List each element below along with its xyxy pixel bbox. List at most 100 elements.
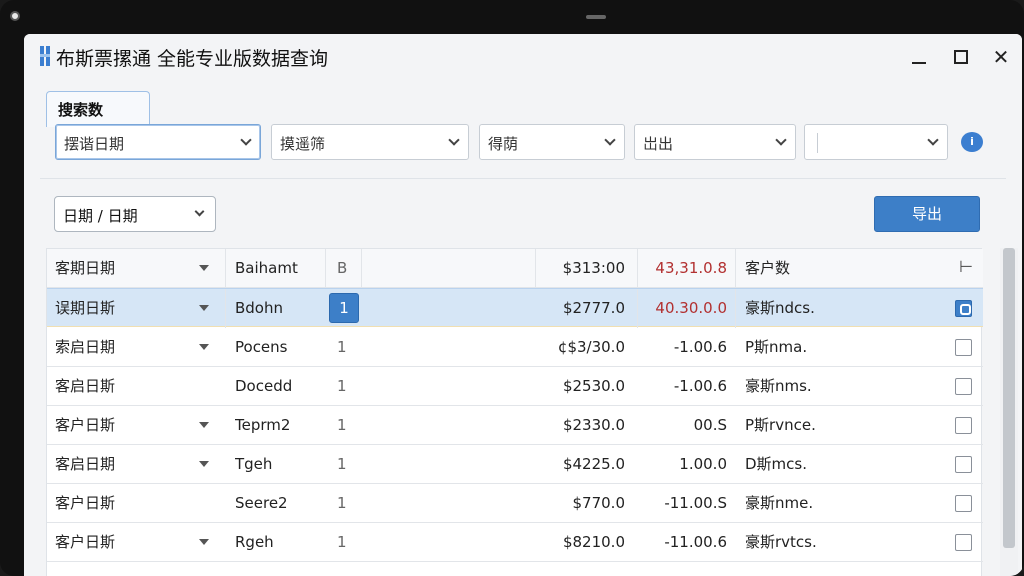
row-checkbox[interactable] [955, 328, 973, 366]
cell-name: 客启日斯 [55, 377, 116, 395]
info-icon[interactable]: i [961, 132, 983, 152]
caret-down-icon [199, 344, 209, 350]
filter-dropdown-date[interactable]: 摆谐日期 [55, 124, 261, 160]
row-expand-arrow[interactable] [199, 523, 211, 561]
row-checkbox[interactable] [955, 406, 973, 444]
row-checkbox[interactable] [955, 445, 973, 483]
table-row[interactable]: 客启日斯 Docedd 1 $2530.0 -1.00.6 豪斯nms. [47, 367, 983, 406]
cell-num: 1 [337, 455, 347, 473]
row-expand-arrow[interactable] [199, 328, 211, 366]
cell-customer: 豪斯nms. [745, 377, 812, 395]
camera-dot [10, 11, 20, 21]
table-row[interactable]: 客户日斯 Seere2 1 $770.0 -11.00.S 豪斯nme. [47, 484, 983, 523]
cell-delta: -1.00.6 [673, 377, 727, 395]
chevron-down-icon [775, 134, 787, 146]
chevron-down-icon [194, 206, 205, 217]
cell-name: 客启日期 [55, 455, 116, 473]
minimize-icon [912, 62, 926, 64]
caret-down-icon [199, 265, 209, 271]
chevron-down-icon [927, 134, 939, 146]
close-button[interactable]: ✕ [986, 42, 1016, 72]
table-row[interactable]: 误期日斯 Bdohn 1 $2777.0 40.30.0.0 豪斯ndcs. [47, 288, 983, 328]
filter-dropdown-label: 摆谐日期 [64, 135, 125, 153]
cell-delta: 1.00.0 [679, 455, 727, 473]
cell-customer: D斯mcs. [745, 455, 807, 473]
maximize-button[interactable] [946, 42, 976, 72]
cell-name: 客户日斯 [55, 533, 116, 551]
row-expand-arrow[interactable] [199, 445, 211, 483]
chevron-down-icon [604, 134, 616, 146]
cell-delta: 40.30.0.0 [655, 299, 727, 317]
cell-amount: $8210.0 [562, 533, 625, 551]
chevron-down-icon [240, 134, 252, 146]
cell-customer: 豪斯ndcs. [745, 299, 815, 317]
row-checkbox[interactable] [955, 484, 973, 522]
cell-code: Rgeh [235, 533, 274, 551]
window-title: 布斯票摞通 全能专业版数据查询 [56, 48, 329, 70]
cell-delta: -11.00.S [664, 494, 727, 512]
date-range-dropdown[interactable]: 日期 / 日期 [54, 196, 216, 232]
sort-arrow[interactable] [199, 249, 211, 287]
row-expand-arrow[interactable] [199, 289, 211, 327]
filter-dropdown-status[interactable]: 得荫 [479, 124, 625, 160]
scrollbar-thumb[interactable] [1003, 248, 1015, 548]
filter-dropdown-output[interactable]: 岀出 [634, 124, 796, 160]
table-row[interactable]: 客户日斯 Teprm2 1 $2330.0 00.S P斯rvnce. [47, 406, 983, 445]
section-divider [40, 178, 1006, 179]
checkbox-icon [955, 456, 972, 473]
maximize-icon [954, 50, 968, 64]
input-divider [817, 133, 818, 153]
column-header-code[interactable]: Baihamt [235, 249, 325, 287]
table-row[interactable]: 客户日斯 Rgeh 1 $8210.0 -11.00.6 豪斯rvtcs. [47, 523, 983, 562]
cell-amount: $770.0 [572, 494, 626, 512]
cell-num: 1 [337, 416, 347, 434]
cell-num-badge[interactable]: 1 [329, 293, 359, 323]
cell-amount: $2777.0 [562, 299, 625, 317]
cell-code: Bdohn [235, 299, 284, 317]
cell-amount: $2330.0 [562, 416, 625, 434]
checkbox-icon [955, 495, 972, 512]
filter-dropdown-search[interactable]: 摸遥筛 [271, 124, 469, 160]
cell-code: Pocens [235, 338, 288, 356]
checkbox-checked-icon [955, 300, 972, 317]
cell-customer: 豪斯rvtcs. [745, 533, 817, 551]
cell-name: 索启日期 [55, 338, 116, 356]
cell-customer: P斯rvnce. [745, 416, 816, 434]
cell-num: 1 [337, 338, 347, 356]
table-header-row: 客期日期 Baihamt B $313:00 43,31.0.8 客户数 ⊢ [47, 249, 983, 288]
export-button[interactable]: 导出 [874, 196, 980, 232]
device-notch [586, 15, 606, 19]
column-header-amount[interactable]: $313:00 [517, 249, 625, 287]
chevron-down-icon [448, 134, 460, 146]
app-logo-icon [40, 46, 50, 66]
cell-num: 1 [337, 494, 347, 512]
cell-delta: -11.00.6 [664, 533, 727, 551]
column-header-delta[interactable]: 43,31.0.8 [637, 249, 727, 287]
column-header-customer[interactable]: 客户数 [745, 249, 895, 287]
cell-code: Docedd [235, 377, 293, 395]
close-icon: ✕ [992, 45, 1010, 69]
checkbox-icon [955, 534, 972, 551]
date-range-label: 日期 / 日期 [63, 207, 138, 225]
cell-name: 客户日斯 [55, 416, 116, 434]
table-row[interactable]: 索启日期 Pocens 1 ¢$3/30.0 -1.00.6 P斯nma. [47, 328, 983, 367]
caret-down-icon [199, 305, 209, 311]
tab-search[interactable]: 搜索数 [46, 91, 150, 127]
vertical-scrollbar[interactable] [1000, 248, 1018, 576]
cell-amount: $4225.0 [562, 455, 625, 473]
row-checkbox[interactable] [955, 523, 973, 561]
cell-customer: P斯nma. [745, 338, 808, 356]
data-table: 客期日期 Baihamt B $313:00 43,31.0.8 客户数 ⊢ 误… [46, 248, 983, 576]
column-header-num[interactable]: B [337, 249, 357, 287]
row-checkbox[interactable] [955, 289, 973, 327]
minimize-button[interactable] [904, 42, 934, 72]
checkbox-icon [955, 378, 972, 395]
filter-dropdown-label: 摸遥筛 [280, 135, 326, 153]
cell-customer: 豪斯nme. [745, 494, 814, 512]
column-resize-icon[interactable]: ⊢ [959, 257, 973, 276]
row-checkbox[interactable] [955, 367, 973, 405]
column-header-name[interactable]: 客期日期 [55, 249, 195, 287]
filter-dropdown-empty[interactable] [804, 124, 948, 160]
row-expand-arrow[interactable] [199, 406, 211, 444]
table-row[interactable]: 客启日期 Tgeh 1 $4225.0 1.00.0 D斯mcs. [47, 445, 983, 484]
